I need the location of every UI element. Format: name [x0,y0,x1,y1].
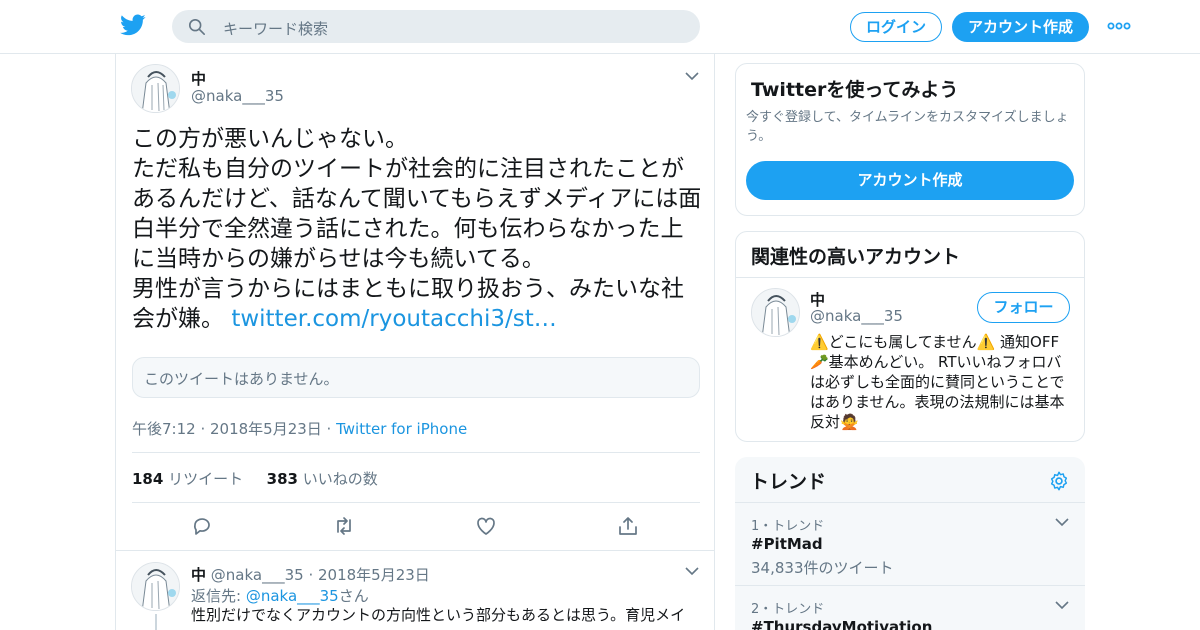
trend-rank: 1・トレンド [751,519,825,534]
trends-title: トレンド [750,471,827,493]
reply-icon[interactable] [190,514,214,538]
twitter-bird-icon[interactable] [120,12,146,38]
divider [736,277,1084,278]
retweet-count: 184 [132,470,164,488]
avatar-illustration-icon [132,65,179,112]
search-icon [188,18,206,36]
like-stat[interactable]: 383 いいねの数 [267,470,378,488]
reply-to-line: 返信先: @naka___35さん [191,585,369,606]
top-navigation-bar: キーワード検索 ログイン アカウント作成 [0,0,1200,54]
trend-item[interactable]: 2・トレンド #ThursdayMotivation [735,586,1085,630]
quoted-tweet-unavailable: このツイートはありません。 [132,357,700,398]
tweet-source[interactable]: Twitter for iPhone [336,420,467,438]
more-options-icon[interactable] [1107,18,1131,34]
signup-card-title: Twitterを使ってみよう [751,79,959,101]
avatar-illustration-icon [132,563,179,610]
chevron-down-icon[interactable] [1055,600,1069,610]
tweet-body: この方が悪いんじゃない。 ただ私も自分のツイートが社会的に注目されたことがあるん… [132,126,702,332]
trend-name[interactable]: #PitMad [751,535,823,553]
reply-author-name[interactable]: 中 [191,566,206,584]
retweet-stat[interactable]: 184 リツイート [132,470,243,488]
trend-count: 34,833件のツイート [751,559,894,577]
reply-header: 中 @naka___35 · 2018年5月23日 [191,564,430,585]
related-account-bio: ⚠️どこにも属してません⚠️ 通知OFF🥕基本めんどい。 RTいいねフォロバは必… [810,333,1065,431]
thread-line [155,614,157,630]
related-accounts-card: 関連性の高いアカウント 中 @naka___35 フォロー ⚠️どこにも属してま… [735,231,1085,442]
tweet-stats: 184 リツイート 383 いいねの数 [132,468,378,489]
tweet-actions [132,512,700,542]
gear-icon[interactable] [1048,470,1070,492]
reply-to-suffix: さん [338,587,369,605]
trends-card: トレンド 1・トレンド #PitMad 34,833件のツイート 2・トレンド … [735,457,1085,630]
tweet-text: この方が悪いんじゃない。 ただ私も自分のツイートが社会的に注目されたことがあるん… [132,124,704,334]
chevron-down-icon[interactable] [685,71,699,81]
like-heart-icon[interactable] [474,514,498,538]
like-count: 383 [266,470,298,488]
reply-handle-date[interactable]: @naka___35 · 2018年5月23日 [206,566,430,584]
follow-button[interactable]: フォロー [977,292,1070,323]
avatar[interactable] [131,64,180,113]
author-handle[interactable]: @naka___35 [191,87,284,105]
related-accounts-title: 関連性の高いアカウント [751,246,961,268]
signup-card-button[interactable]: アカウント作成 [746,161,1074,200]
related-account-handle[interactable]: @naka___35 [810,307,903,325]
reply-to-handle[interactable]: @naka___35 [246,587,339,605]
share-icon[interactable] [616,514,640,538]
chevron-down-icon[interactable] [1055,517,1069,527]
divider [132,452,700,453]
author-name[interactable]: 中 [191,68,206,89]
reply-text: 性別だけでなくアカウントの方向性という部分もあるとは思う。育児メイ [191,606,686,624]
retweet-icon[interactable] [332,514,356,538]
reply-to-prefix: 返信先: [191,587,246,605]
avatar-illustration-icon [752,289,799,336]
login-button[interactable]: ログイン [850,12,942,42]
signup-button[interactable]: アカウント作成 [952,12,1089,42]
tweet-time[interactable]: 午後7:12 · 2018年5月23日 · [132,420,336,438]
trend-name[interactable]: #ThursdayMotivation [751,618,932,630]
signup-card: Twitterを使ってみよう 今すぐ登録して、タイムラインをカスタマイズしましょ… [735,63,1085,216]
avatar[interactable] [751,288,800,337]
tweet-link[interactable]: twitter.com/ryoutacchi3/st… [231,306,556,332]
like-label: いいねの数 [297,470,378,488]
retweet-label: リツイート [163,470,244,488]
divider [132,502,700,503]
tweet-column: 中 @naka___35 この方が悪いんじゃない。 ただ私も自分のツイートが社会… [115,54,715,630]
search-box[interactable]: キーワード検索 [172,10,700,43]
divider [116,550,714,551]
avatar[interactable] [131,562,180,611]
trend-item[interactable]: 1・トレンド #PitMad 34,833件のツイート [735,503,1085,585]
tweet-timestamp: 午後7:12 · 2018年5月23日 · Twitter for iPhone [132,418,467,439]
chevron-down-icon[interactable] [685,566,699,576]
search-input[interactable]: キーワード検索 [223,18,328,39]
trend-rank: 2・トレンド [751,602,825,617]
signup-card-description: 今すぐ登録して、タイムラインをカスタマイズしましょう。 [746,110,1069,144]
